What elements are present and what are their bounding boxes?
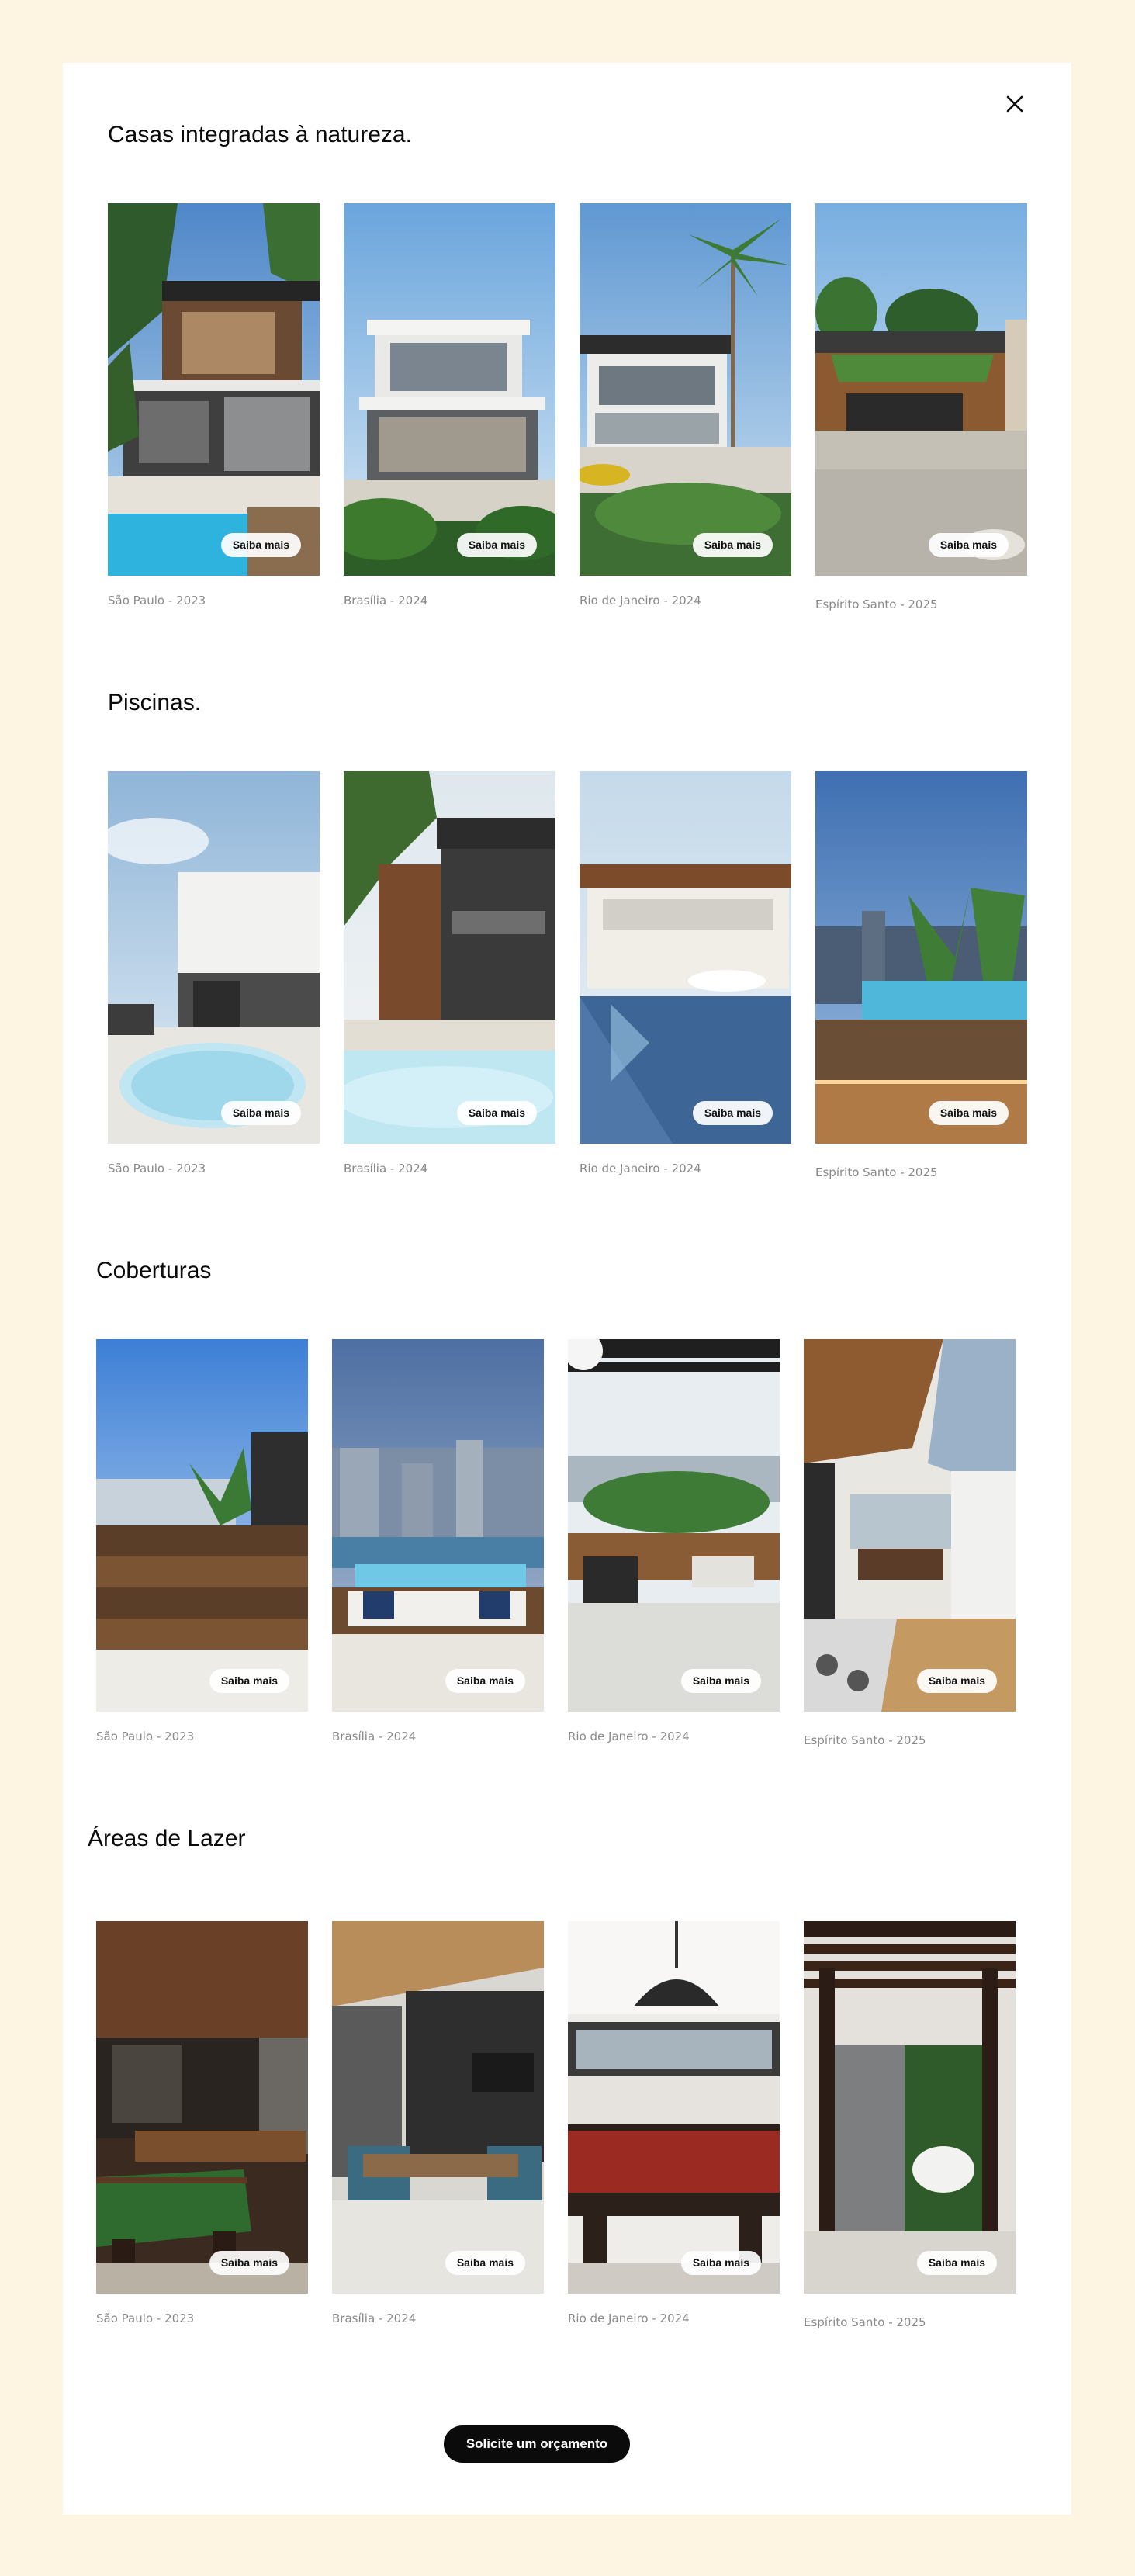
project-image xyxy=(332,1921,544,2294)
project-card-rio-lazer[interactable]: Saiba mais xyxy=(568,1921,780,2294)
saiba-mais-button[interactable]: Saiba mais xyxy=(916,1669,997,1693)
section-title-casas: Casas integradas à natureza. xyxy=(108,122,412,147)
project-card-brasilia-piscina[interactable]: Saiba mais xyxy=(344,771,555,1144)
close-icon xyxy=(1006,95,1023,113)
project-image xyxy=(568,1339,780,1712)
project-card-espirito-santo-casa[interactable]: Saiba mais xyxy=(815,203,1027,576)
project-card-brasilia-lazer[interactable]: Saiba mais xyxy=(332,1921,544,2294)
saiba-mais-button[interactable]: Saiba mais xyxy=(692,1101,773,1125)
saiba-mais-button[interactable]: Saiba mais xyxy=(456,533,537,557)
project-image xyxy=(815,203,1027,576)
project-image xyxy=(108,771,320,1144)
project-caption: Espírito Santo - 2025 xyxy=(815,597,938,611)
saiba-mais-button[interactable]: Saiba mais xyxy=(928,533,1009,557)
project-card-rio-piscina[interactable]: Saiba mais xyxy=(580,771,791,1144)
saiba-mais-button[interactable]: Saiba mais xyxy=(692,533,773,557)
project-caption: Brasília - 2024 xyxy=(332,2311,417,2325)
project-caption: Rio de Janeiro - 2024 xyxy=(568,1729,690,1743)
saiba-mais-button[interactable]: Saiba mais xyxy=(680,2251,761,2275)
project-caption: Brasília - 2024 xyxy=(344,594,428,608)
saiba-mais-button[interactable]: Saiba mais xyxy=(209,2251,289,2275)
section-title-areas-de-lazer: Áreas de Lazer xyxy=(88,1826,246,1851)
project-image xyxy=(804,1339,1016,1712)
project-caption: Brasília - 2024 xyxy=(332,1729,417,1743)
project-caption: Espírito Santo - 2025 xyxy=(815,1165,938,1179)
saiba-mais-button[interactable]: Saiba mais xyxy=(916,2251,997,2275)
project-caption: Brasília - 2024 xyxy=(344,1162,428,1175)
project-image xyxy=(344,771,555,1144)
project-image xyxy=(804,1921,1016,2294)
saiba-mais-button[interactable]: Saiba mais xyxy=(220,533,301,557)
project-caption: Espírito Santo - 2025 xyxy=(804,2315,926,2329)
project-card-espirito-santo-piscina[interactable]: Saiba mais xyxy=(815,771,1027,1144)
project-card-brasilia-casa[interactable]: Saiba mais xyxy=(344,203,555,576)
project-card-sao-paulo-piscina[interactable]: Saiba mais xyxy=(108,771,320,1144)
saiba-mais-button[interactable]: Saiba mais xyxy=(209,1669,289,1693)
project-image xyxy=(96,1921,308,2294)
project-caption: São Paulo - 2023 xyxy=(108,1162,206,1175)
project-image xyxy=(580,771,791,1144)
project-caption: São Paulo - 2023 xyxy=(96,2311,195,2325)
project-card-brasilia-cobertura[interactable]: Saiba mais xyxy=(332,1339,544,1712)
project-caption: Rio de Janeiro - 2024 xyxy=(580,594,701,608)
saiba-mais-button[interactable]: Saiba mais xyxy=(445,1669,525,1693)
project-image xyxy=(580,203,791,576)
saiba-mais-button[interactable]: Saiba mais xyxy=(928,1101,1009,1125)
project-image xyxy=(815,771,1027,1144)
project-caption: São Paulo - 2023 xyxy=(108,594,206,608)
saiba-mais-button[interactable]: Saiba mais xyxy=(680,1669,761,1693)
close-button[interactable] xyxy=(999,88,1030,119)
saiba-mais-button[interactable]: Saiba mais xyxy=(445,2251,525,2275)
project-card-sao-paulo-casa[interactable]: Saiba mais xyxy=(108,203,320,576)
project-card-espirito-santo-cobertura[interactable]: Saiba mais xyxy=(804,1339,1016,1712)
project-caption: Espírito Santo - 2025 xyxy=(804,1733,926,1747)
project-image xyxy=(96,1339,308,1712)
project-caption: Rio de Janeiro - 2024 xyxy=(568,2311,690,2325)
section-title-coberturas: Coberturas xyxy=(96,1258,212,1283)
section-title-piscinas: Piscinas. xyxy=(108,690,202,715)
project-card-espirito-santo-lazer[interactable]: Saiba mais xyxy=(804,1921,1016,2294)
project-caption: Rio de Janeiro - 2024 xyxy=(580,1162,701,1175)
project-image xyxy=(332,1339,544,1712)
project-card-rio-cobertura[interactable]: Saiba mais xyxy=(568,1339,780,1712)
request-quote-button[interactable]: Solicite um orçamento xyxy=(444,2425,630,2463)
project-card-rio-casa[interactable]: Saiba mais xyxy=(580,203,791,576)
project-image xyxy=(108,203,320,576)
saiba-mais-button[interactable]: Saiba mais xyxy=(220,1101,301,1125)
project-card-sao-paulo-lazer[interactable]: Saiba mais xyxy=(96,1921,308,2294)
project-caption: São Paulo - 2023 xyxy=(96,1729,195,1743)
project-image xyxy=(344,203,555,576)
saiba-mais-button[interactable]: Saiba mais xyxy=(456,1101,537,1125)
project-image xyxy=(568,1921,780,2294)
project-card-sao-paulo-cobertura[interactable]: Saiba mais xyxy=(96,1339,308,1712)
